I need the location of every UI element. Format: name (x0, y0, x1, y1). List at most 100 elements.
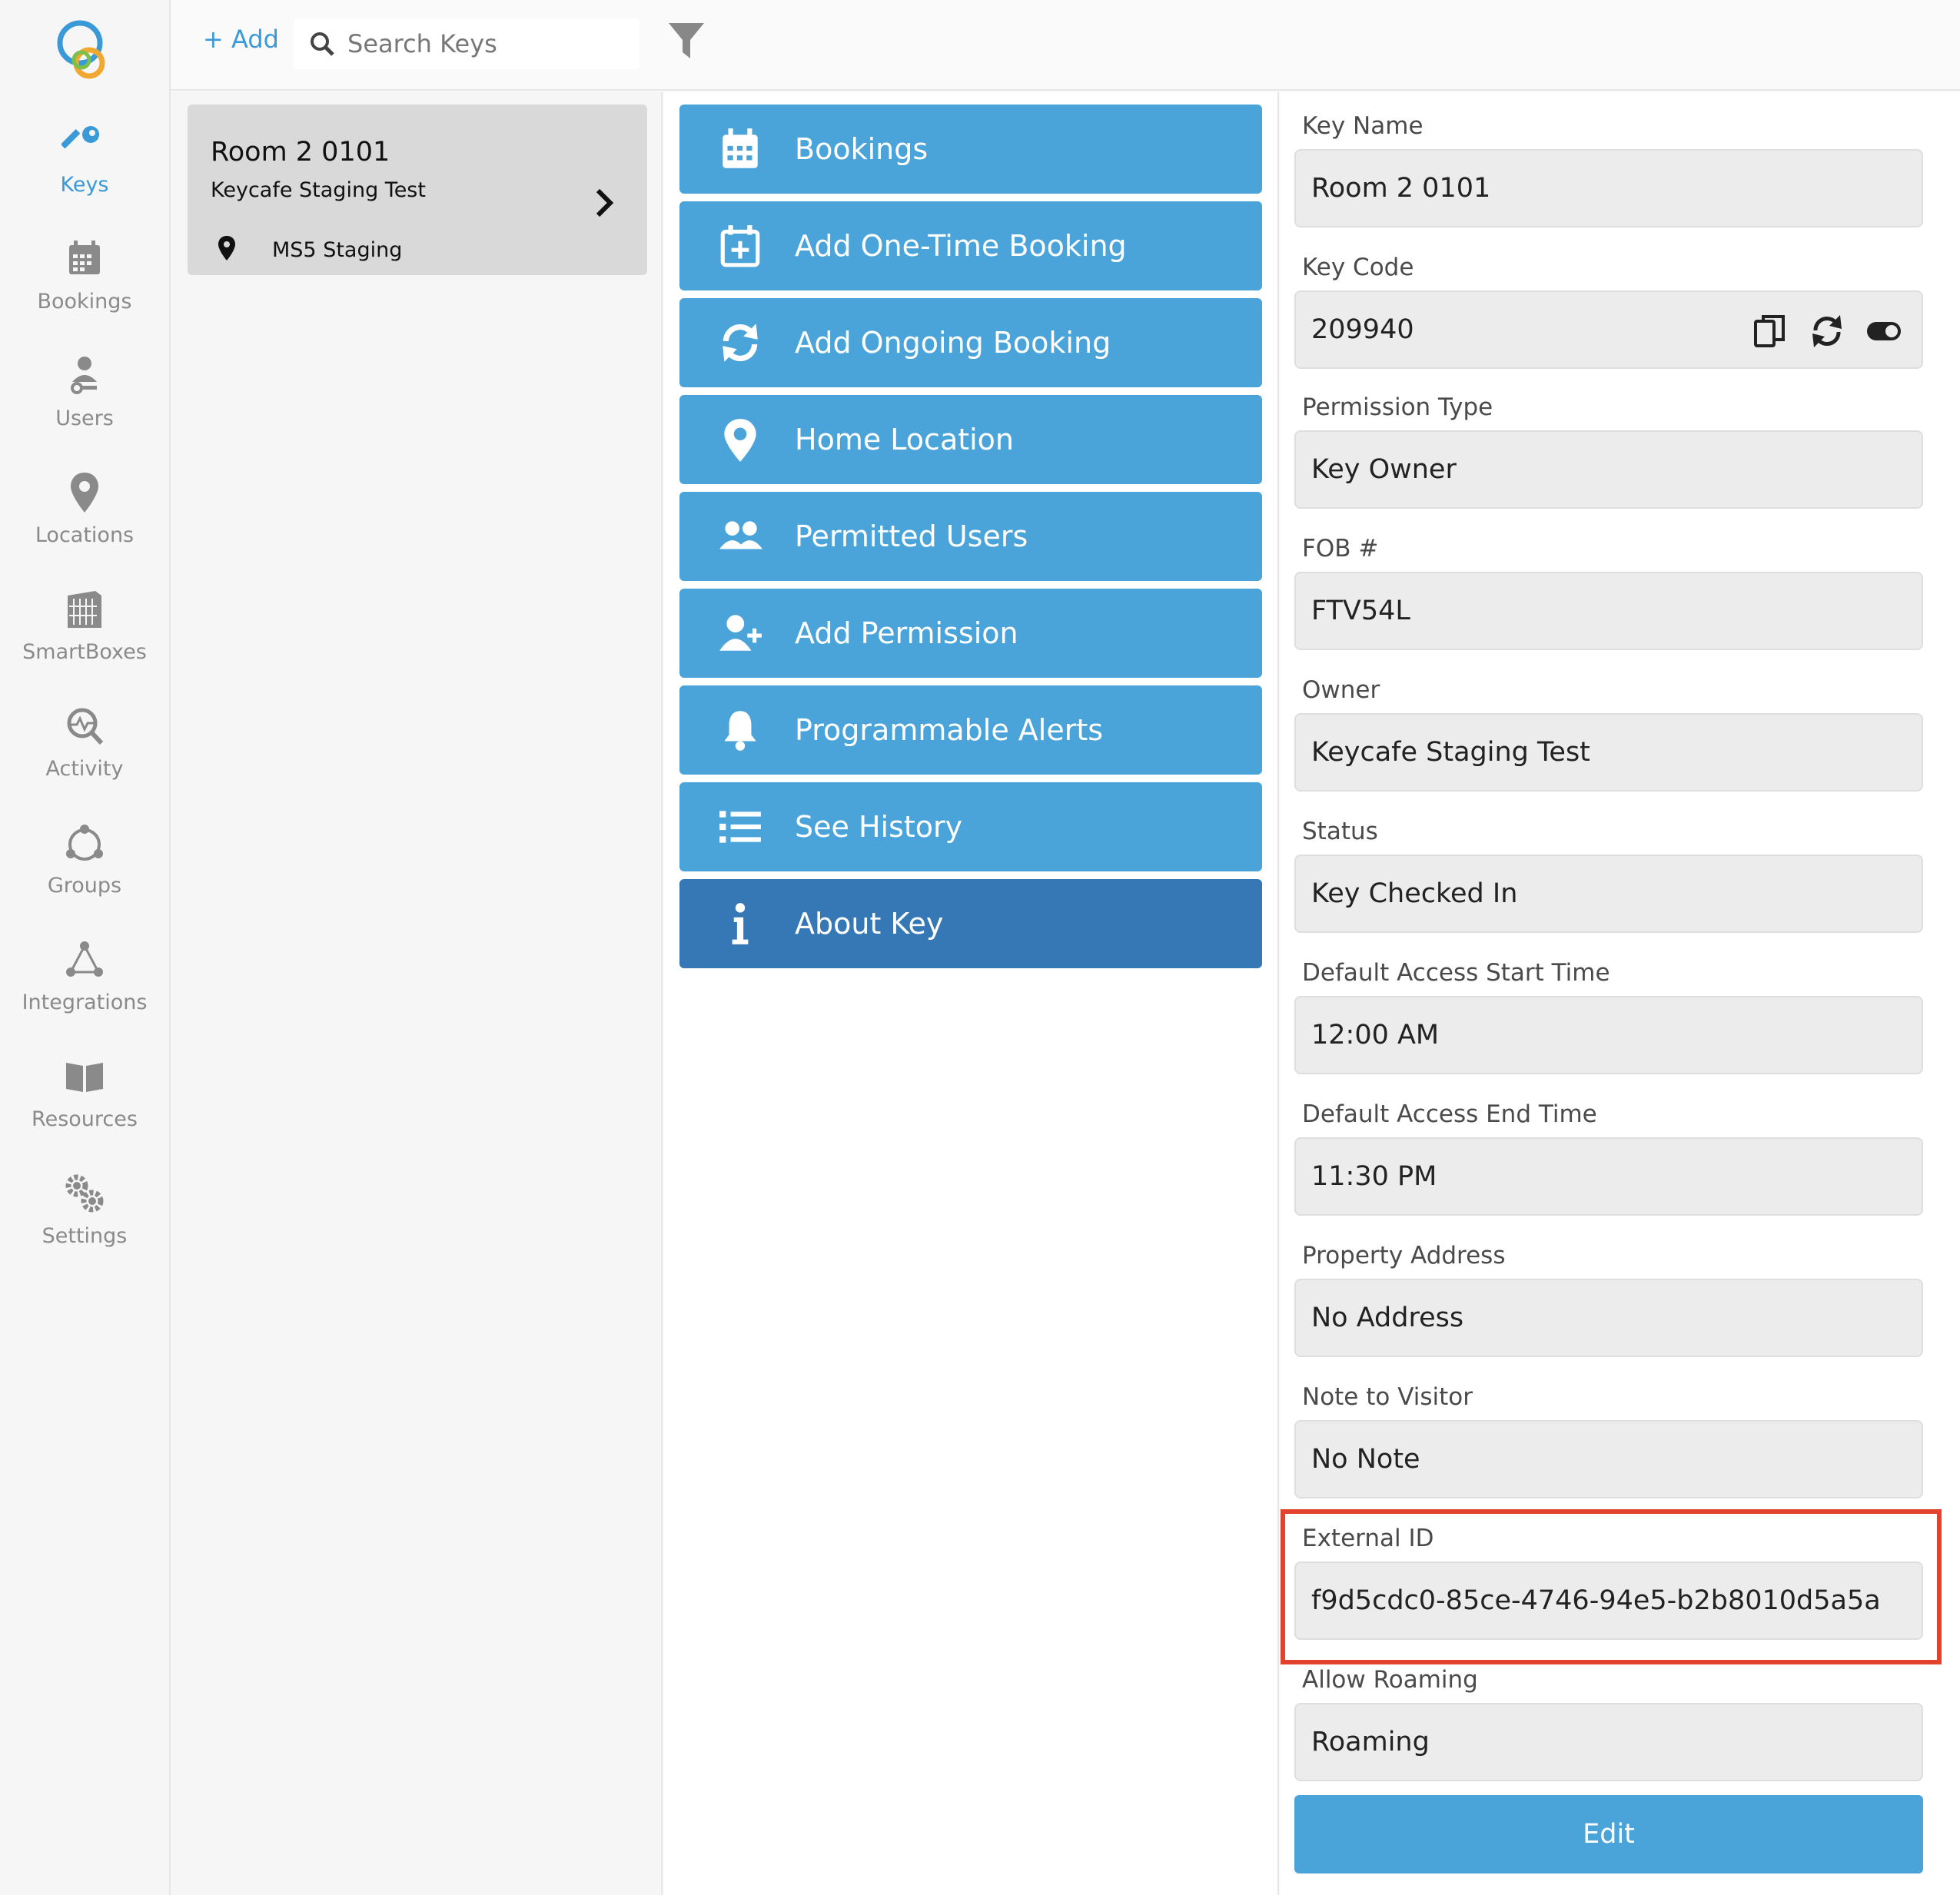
list-icon (719, 811, 761, 843)
permitted-users-button[interactable]: Permitted Users (679, 492, 1262, 581)
key-title: Room 2 0101 (211, 137, 390, 168)
end-time-label: Default Access End Time (1302, 1100, 1597, 1128)
map-pin-icon (724, 419, 756, 462)
action-label: Permitted Users (795, 519, 1028, 553)
key-location: MS5 Staging (272, 238, 403, 262)
permission-type-label: Permission Type (1302, 393, 1493, 421)
nav-item-keys[interactable]: Keys (0, 119, 169, 227)
action-label: Bookings (795, 132, 929, 166)
key-owner: Keycafe Staging Test (211, 178, 426, 202)
fob-label: FOB # (1302, 535, 1379, 563)
key-code-actions (1752, 314, 1902, 349)
nav-item-smartboxes[interactable]: SmartBoxes (0, 586, 169, 694)
external-id-value: f9d5cdc0-85ce-4746-94e5-b2b8010d5a5a (1311, 1585, 1881, 1616)
top-bar: + Add (171, 0, 1960, 91)
info-icon (732, 903, 749, 944)
roaming-field: Roaming (1294, 1703, 1923, 1781)
nav-label: Bookings (37, 290, 132, 314)
search-icon (311, 32, 334, 56)
nav-item-users[interactable]: Users (0, 353, 169, 460)
integrations-icon (66, 941, 103, 977)
action-label: Programmable Alerts (795, 713, 1104, 747)
status-value: Key Checked In (1311, 878, 1518, 909)
status-field: Key Checked In (1294, 855, 1923, 933)
nav-item-locations[interactable]: Locations (0, 470, 169, 577)
nav-item-integrations[interactable]: Integrations (0, 937, 169, 1044)
note-label: Note to Visitor (1302, 1383, 1473, 1411)
key-details: Key Name Room 2 0101 Key Code 209940 Per… (1281, 92, 1960, 1895)
search-input[interactable] (347, 29, 632, 58)
sidebar: Keys Bookings Users Locations SmartBoxes… (0, 0, 171, 1895)
action-label: Add Permission (795, 616, 1018, 650)
permission-type-value: Key Owner (1311, 454, 1457, 485)
key-name-label: Key Name (1302, 112, 1423, 140)
see-history-button[interactable]: See History (679, 782, 1262, 871)
toggle-icon[interactable] (1866, 314, 1902, 349)
end-time-value: 11:30 PM (1311, 1161, 1437, 1192)
key-code-value: 209940 (1311, 314, 1414, 345)
key-icon (61, 126, 99, 149)
status-label: Status (1302, 818, 1378, 845)
note-value: No Note (1311, 1444, 1420, 1475)
action-label: Add One-Time Booking (795, 229, 1127, 263)
fob-value: FTV54L (1311, 596, 1410, 626)
nav-label: SmartBoxes (22, 640, 147, 664)
permission-type-field: Key Owner (1294, 430, 1923, 509)
owner-value: Keycafe Staging Test (1311, 737, 1590, 768)
start-time-field: 12:00 AM (1294, 996, 1923, 1074)
key-name-field: Room 2 0101 (1294, 149, 1923, 227)
nav-item-resources[interactable]: Resources (0, 1054, 169, 1161)
activity-icon (67, 708, 104, 745)
nav-item-settings[interactable]: Settings (0, 1170, 169, 1278)
bookings-button[interactable]: Bookings (679, 105, 1262, 194)
smartbox-icon (68, 591, 101, 628)
nav-label: Locations (35, 523, 135, 547)
search-box[interactable] (294, 18, 639, 69)
nav-item-activity[interactable]: Activity (0, 703, 169, 811)
end-time-field: 11:30 PM (1294, 1137, 1923, 1216)
users-icon (719, 521, 762, 549)
start-time-value: 12:00 AM (1311, 1020, 1440, 1050)
filter-icon[interactable] (667, 22, 706, 61)
fob-field: FTV54L (1294, 572, 1923, 650)
owner-label: Owner (1302, 676, 1380, 704)
action-label: See History (795, 810, 963, 844)
about-key-button[interactable]: About Key (679, 879, 1262, 968)
add-ongoing-booking-button[interactable]: Add Ongoing Booking (679, 298, 1262, 387)
copy-icon[interactable] (1752, 314, 1788, 349)
action-label: About Key (795, 907, 944, 941)
programmable-alerts-button[interactable]: Programmable Alerts (679, 685, 1262, 775)
key-code-field: 209940 (1294, 290, 1923, 369)
map-pin-icon (71, 473, 98, 513)
edit-button[interactable]: Edit (1294, 1795, 1923, 1873)
nav-label: Groups (47, 874, 122, 898)
add-permission-button[interactable]: Add Permission (679, 589, 1262, 678)
note-field: No Note (1294, 1420, 1923, 1498)
home-location-button[interactable]: Home Location (679, 395, 1262, 484)
nav-label: Users (55, 407, 114, 430)
chevron-right-icon (596, 188, 614, 217)
bell-icon (724, 711, 756, 751)
key-list-item[interactable]: Room 2 0101 Keycafe Staging Test MS5 Sta… (188, 105, 647, 275)
nav-item-groups[interactable]: Groups (0, 820, 169, 928)
roaming-label: Allow Roaming (1302, 1666, 1478, 1694)
address-label: Property Address (1302, 1242, 1506, 1269)
external-id-label: External ID (1302, 1525, 1434, 1552)
add-one-time-booking-button[interactable]: Add One-Time Booking (679, 201, 1262, 290)
address-value: No Address (1311, 1303, 1464, 1333)
nav-label: Keys (60, 173, 109, 197)
nav-item-bookings[interactable]: Bookings (0, 236, 169, 343)
address-field: No Address (1294, 1279, 1923, 1357)
action-label: Home Location (795, 423, 1015, 456)
groups-icon (66, 825, 103, 861)
external-id-field: f9d5cdc0-85ce-4746-94e5-b2b8010d5a5a (1294, 1561, 1923, 1640)
calendar-plus-icon (720, 225, 760, 267)
roaming-value: Roaming (1311, 1727, 1430, 1757)
refresh-icon (723, 324, 758, 362)
map-pin-icon (218, 236, 235, 261)
start-time-label: Default Access Start Time (1302, 959, 1610, 987)
add-key-link[interactable]: + Add (203, 25, 279, 54)
keycafe-logo[interactable] (51, 15, 120, 85)
regenerate-icon[interactable] (1809, 314, 1845, 349)
nav-label: Settings (42, 1224, 128, 1248)
